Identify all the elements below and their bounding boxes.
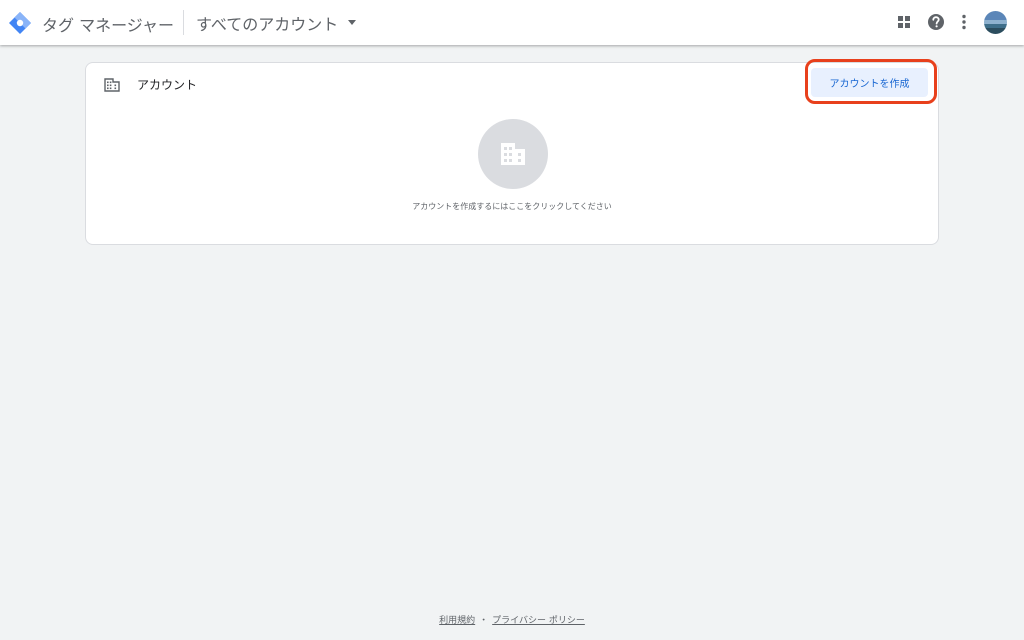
privacy-policy-link[interactable]: プライバシー ポリシー <box>492 616 585 626</box>
account-picker-label: すべてのアカウント <box>196 14 339 34</box>
building-icon <box>104 78 120 92</box>
card-title: アカウント <box>137 78 198 92</box>
terms-link[interactable]: 利用規約 <box>439 616 475 626</box>
footer: 利用規約・プライバシー ポリシー <box>0 613 1024 626</box>
header-divider <box>183 10 184 35</box>
top-app-bar: タグ マネージャー すべてのアカウント <box>0 0 1024 45</box>
create-account-button[interactable]: アカウントを作成 <box>811 68 928 97</box>
caret-down-icon <box>348 20 357 25</box>
accounts-card: アカウント アカウントを作成 アカウントを作成するにはここをクリックしてください <box>85 59 939 245</box>
footer-separator: ・ <box>479 616 489 626</box>
more-vert-icon[interactable] <box>954 12 974 32</box>
product-name: タグ マネージャー <box>42 16 174 35</box>
tag-manager-logo[interactable] <box>8 11 32 35</box>
empty-state-illustration[interactable] <box>478 119 548 189</box>
account-picker[interactable]: すべてのアカウント <box>196 10 357 35</box>
apps-grid-icon[interactable] <box>894 12 914 32</box>
empty-state-message[interactable]: アカウントを作成するにはここをクリックしてください <box>86 201 938 212</box>
building-icon <box>501 143 525 165</box>
avatar[interactable] <box>984 11 1007 34</box>
help-icon[interactable] <box>926 12 946 32</box>
